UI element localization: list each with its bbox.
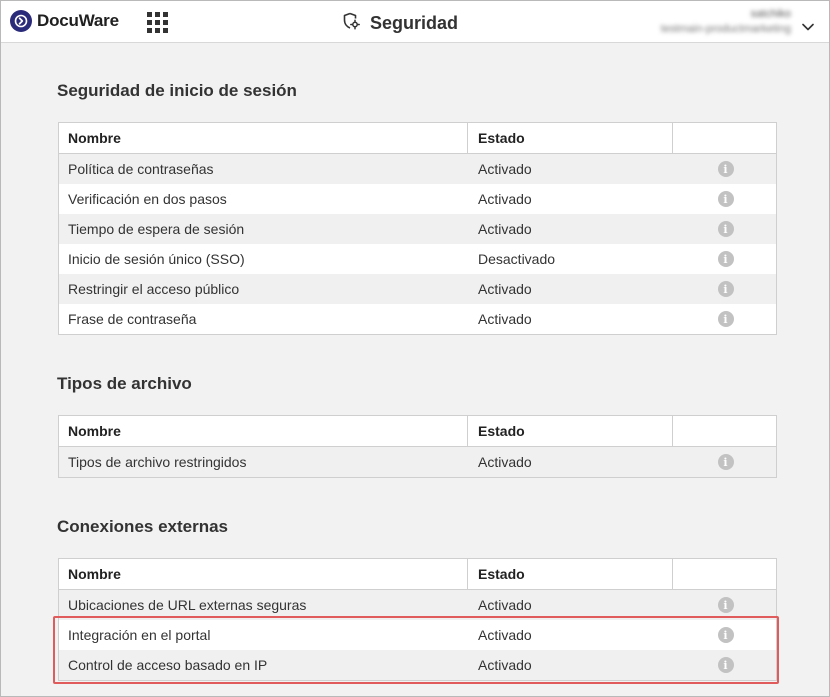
table-row[interactable]: Control de acceso basado en IP Activado …: [59, 650, 776, 680]
file-types-table: Nombre Estado Tipos de archivo restringi…: [58, 415, 777, 478]
info-icon[interactable]: i: [717, 657, 734, 673]
row-name: Política de contraseñas: [68, 161, 214, 177]
row-status: Desactivado: [478, 251, 556, 267]
brand-name: DocuWare: [37, 11, 119, 30]
column-header-actions: [673, 123, 776, 153]
column-header-name: Nombre: [59, 123, 468, 153]
column-header-name: Nombre: [59, 559, 468, 589]
table-header: Nombre Estado: [59, 559, 776, 590]
row-status: Activado: [478, 281, 532, 297]
row-status: Activado: [478, 657, 532, 673]
external-connections-table: Nombre Estado Ubicaciones de URL externa…: [58, 558, 777, 681]
table-row[interactable]: Ubicaciones de URL externas seguras Acti…: [59, 590, 776, 620]
row-status: Activado: [478, 161, 532, 177]
column-header-status: Estado: [468, 559, 673, 589]
table-header: Nombre Estado: [59, 416, 776, 447]
info-icon[interactable]: i: [717, 191, 734, 207]
row-name: Tiempo de espera de sesión: [68, 221, 245, 237]
row-name: Tipos de archivo restringidos: [68, 454, 247, 470]
table-row[interactable]: Frase de contraseña Activado i: [59, 304, 776, 334]
row-status: Activado: [478, 311, 532, 327]
info-icon[interactable]: i: [717, 627, 734, 643]
info-icon[interactable]: i: [717, 454, 734, 470]
user-organization: testmain-productmarketing: [660, 23, 791, 35]
section-title-external-connections: Conexiones externas: [57, 517, 229, 536]
section-title-login-security: Seguridad de inicio de sesión: [57, 81, 297, 100]
security-settings-icon: [341, 11, 361, 36]
chevron-down-icon[interactable]: [802, 18, 814, 36]
info-icon[interactable]: i: [717, 221, 734, 237]
row-name: Ubicaciones de URL externas seguras: [68, 597, 307, 613]
section-title-file-types: Tipos de archivo: [57, 374, 192, 393]
column-header-name: Nombre: [59, 416, 468, 446]
info-icon[interactable]: i: [717, 251, 734, 267]
login-security-table: Nombre Estado Política de contraseñas Ac…: [58, 122, 777, 335]
info-icon[interactable]: i: [717, 597, 734, 613]
table-row[interactable]: Tiempo de espera de sesión Activado i: [59, 214, 776, 244]
row-name: Inicio de sesión único (SSO): [68, 251, 245, 267]
row-status: Activado: [478, 627, 532, 643]
row-status: Activado: [478, 454, 532, 470]
info-icon[interactable]: i: [717, 311, 734, 327]
user-menu[interactable]: satchiko testmain-productmarketing: [641, 7, 826, 39]
app-grid-icon[interactable]: [147, 12, 168, 33]
page-title: Seguridad: [341, 11, 458, 36]
row-status: Activado: [478, 597, 532, 613]
row-name: Verificación en dos pasos: [68, 191, 227, 207]
docuware-logo-icon: [10, 10, 32, 32]
row-name: Restringir el acceso público: [68, 281, 240, 297]
table-row[interactable]: Verificación en dos pasos Activado i: [59, 184, 776, 214]
user-name: satchiko: [750, 8, 791, 20]
column-header-actions: [673, 416, 776, 446]
row-status: Activado: [478, 221, 532, 237]
column-header-status: Estado: [468, 123, 673, 153]
app-window: DocuWare Seguridad satchiko testmain-pro…: [0, 0, 830, 697]
column-header-status: Estado: [468, 416, 673, 446]
table-row[interactable]: Tipos de archivo restringidos Activado i: [59, 447, 776, 477]
info-icon[interactable]: i: [717, 281, 734, 297]
info-icon[interactable]: i: [717, 161, 734, 177]
row-name: Frase de contraseña: [68, 311, 197, 327]
table-row[interactable]: Política de contraseñas Activado i: [59, 154, 776, 184]
table-row[interactable]: Inicio de sesión único (SSO) Desactivado…: [59, 244, 776, 274]
table-row[interactable]: Restringir el acceso público Activado i: [59, 274, 776, 304]
top-bar: DocuWare Seguridad satchiko testmain-pro…: [1, 1, 829, 43]
table-header: Nombre Estado: [59, 123, 776, 154]
row-name: Integración en el portal: [68, 627, 211, 643]
table-row[interactable]: Integración en el portal Activado i: [59, 620, 776, 650]
page-title-text: Seguridad: [370, 13, 459, 33]
row-name: Control de acceso basado en IP: [68, 657, 268, 673]
column-header-actions: [673, 559, 776, 589]
brand-logo[interactable]: DocuWare: [10, 10, 119, 32]
row-status: Activado: [478, 191, 532, 207]
